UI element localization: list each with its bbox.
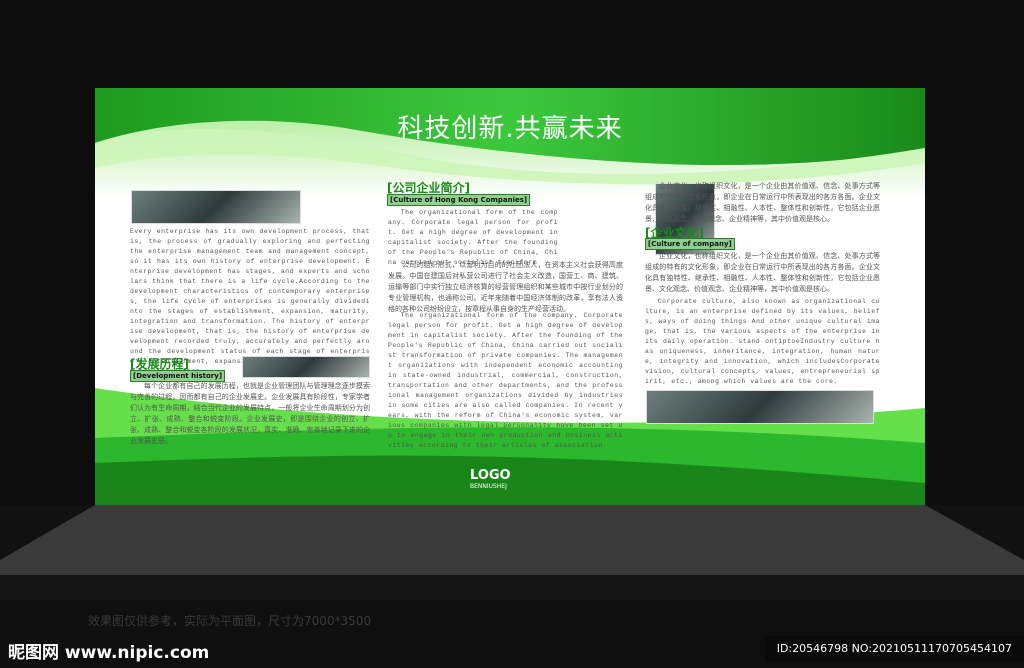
disclaimer-note: 效果图仅供参考，实际为平面图，尺寸为7000*3500: [88, 614, 372, 628]
buildings-photo-strip: [646, 390, 874, 424]
col3-chinese-text-1: 企业文化，也称组织文化，是一个企业由其价值观、信念、处事方式等组成的特有的文化形…: [645, 182, 880, 223]
board-title: 科技创新.共赢未来: [397, 114, 623, 144]
company-intro-subheading: [Culture of Hong Kong Companies]: [387, 194, 531, 206]
image-id: ID:20546798 NO:20210511170705454107: [764, 636, 1024, 662]
col2-chinese-text: 公司的组织形式，以营利为目的的社团法人，在资本主义社会获得高度发展。中国在建国后…: [388, 261, 623, 313]
display-board: 科技创新.共赢未来 Every enterprise has its own d…: [95, 88, 925, 505]
col1-chinese-text: 每个企业都有自己的发展历程，也就是企业管理团队与管理理念逐步摸索与完善的过程，因…: [130, 382, 370, 445]
building-photo: [131, 190, 301, 224]
logo: LOGO BENNIUSHEJ: [470, 468, 511, 490]
logo-text: LOGO: [470, 468, 511, 483]
company-culture-subheading: [Culture of company]: [645, 238, 735, 250]
logo-subtext: BENNIUSHEJ: [470, 483, 507, 490]
col2-english-text-1: The organizational form of the company. …: [388, 209, 558, 266]
car-photo: [242, 356, 370, 378]
col3-english-text: Corporate culture, also known as organiz…: [645, 298, 880, 385]
col2-english-text-2: The organizational form of the company. …: [388, 312, 623, 449]
floor: [0, 505, 1024, 600]
watermark: 昵图网 www.nipic.com: [8, 643, 210, 663]
col3-chinese-text-2: 企业文化，也称组织文化，是一个企业由其价值观、信念、处事方式等组成的特有的文化形…: [645, 252, 880, 293]
